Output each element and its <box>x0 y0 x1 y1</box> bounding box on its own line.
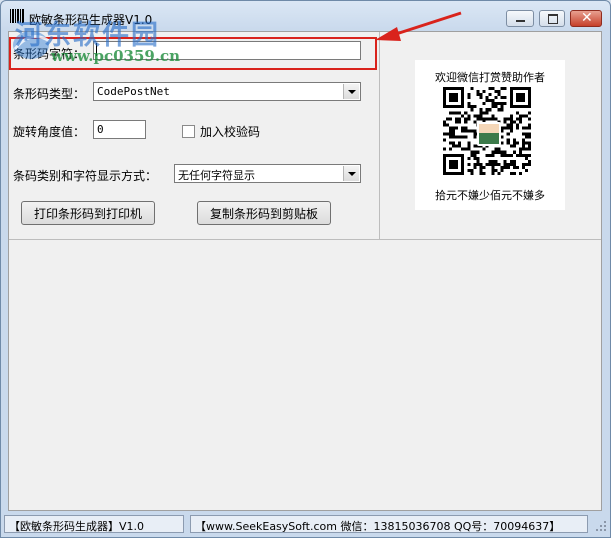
barcode-type-value: CodePostNet <box>97 85 170 98</box>
dropdown-arrow-icon[interactable] <box>343 166 359 181</box>
rotation-input[interactable]: 0 <box>93 120 146 139</box>
donation-caption: 拾元不嫌少佰元不嫌多 <box>435 189 545 202</box>
annotation-arrow-icon <box>375 11 462 41</box>
status-app-name: 【欧敏条形码生成器】V1.0 <box>4 515 184 533</box>
status-contact: 【www.SeekEasySoft.com 微信：13815036708 QQ号… <box>190 515 588 533</box>
maximize-button[interactable] <box>539 10 565 27</box>
rotation-label: 旋转角度值： <box>13 125 86 139</box>
minimize-icon <box>516 20 525 22</box>
rotation-value: 0 <box>97 123 104 136</box>
donation-panel: 欢迎微信打赏赞助作者 拾元不嫌少佰元不嫌多 <box>379 32 601 240</box>
app-window: 欧敏条形码生成器V1.0 ✕ 条形码字符： 条形码类型： CodePostNet… <box>0 0 611 538</box>
donation-title: 欢迎微信打赏赞助作者 <box>435 71 545 84</box>
dropdown-arrow-icon[interactable] <box>343 84 359 99</box>
maximize-icon <box>548 14 558 24</box>
donation-card: 欢迎微信打赏赞助作者 拾元不嫌少佰元不嫌多 <box>415 60 565 210</box>
barcode-type-select[interactable]: CodePostNet <box>93 82 361 101</box>
copy-barcode-button[interactable]: 复制条形码到剪贴板 <box>197 201 331 225</box>
status-bar: 【欧敏条形码生成器】V1.0 【www.SeekEasySoft.com 微信：… <box>1 514 610 537</box>
watermark-url: www.pc0359.cn <box>51 47 181 65</box>
barcode-type-label: 条形码类型： <box>13 87 86 101</box>
resize-grip-icon[interactable] <box>595 520 607 532</box>
close-button[interactable]: ✕ <box>570 10 602 27</box>
print-barcode-button[interactable]: 打印条形码到打印机 <box>21 201 155 225</box>
checksum-label[interactable]: 加入校验码 <box>200 123 260 140</box>
display-mode-label: 条码类别和字符显示方式： <box>13 169 158 183</box>
checksum-checkbox[interactable] <box>182 125 195 138</box>
display-mode-value: 无任何字符显示 <box>178 169 255 182</box>
avatar <box>477 122 501 146</box>
minimize-button[interactable] <box>506 10 534 27</box>
close-icon: ✕ <box>581 10 593 26</box>
display-mode-select[interactable]: 无任何字符显示 <box>174 164 361 183</box>
main-content: 条形码字符： 条形码类型： CodePostNet 旋转角度值： 0 加入校验码… <box>8 31 602 511</box>
